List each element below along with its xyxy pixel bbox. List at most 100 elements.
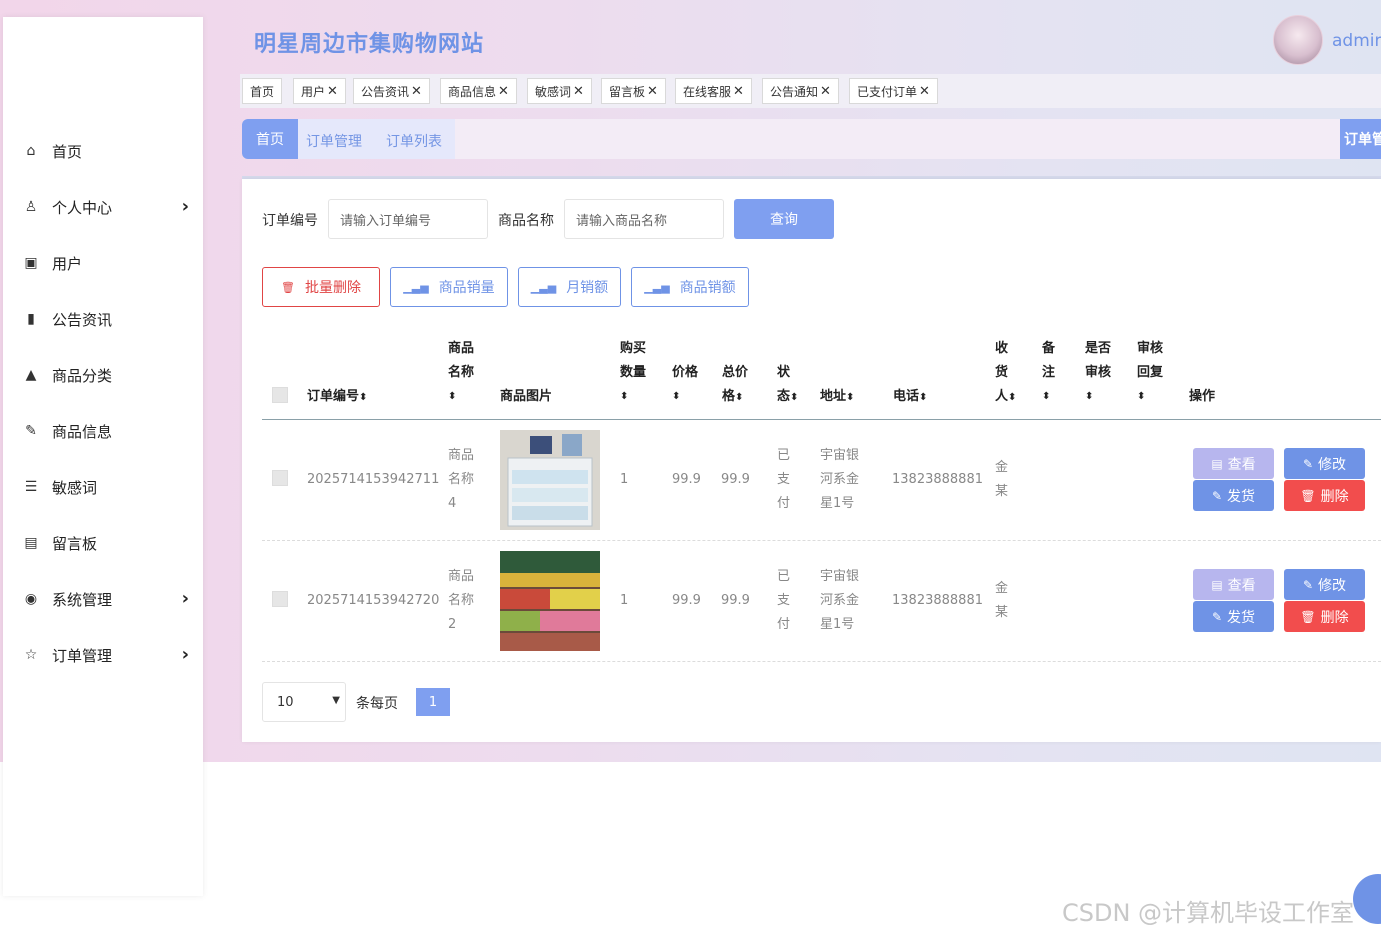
sort-icon[interactable]: ⬍ — [919, 392, 927, 403]
tab-label: 公告资讯 — [361, 84, 410, 99]
header-audited[interactable]: 是否 审核 ⬍ — [1085, 337, 1111, 409]
close-icon[interactable]: ✕ — [919, 84, 930, 99]
header-total[interactable]: 总价 格⬍ — [722, 361, 748, 410]
tab-message-board[interactable]: 留言板 ✕ — [601, 78, 666, 104]
header-status[interactable]: 状态⬍ — [777, 361, 798, 410]
product-name-input[interactable]: 请输入商品名称 — [564, 199, 724, 239]
trash-icon: 🗑 — [281, 280, 295, 294]
row-checkbox[interactable] — [272, 591, 288, 607]
floating-chat-button[interactable] — [1353, 874, 1381, 924]
tab-products[interactable]: 商品信息 ✕ — [440, 78, 517, 104]
sidebar-item-label: 用户 — [52, 254, 83, 273]
sidebar-item-home[interactable]: ⌂ 首页 — [3, 131, 203, 171]
close-icon[interactable]: ✕ — [327, 84, 338, 99]
sort-icon[interactable]: ⬍ — [1042, 385, 1055, 409]
close-icon[interactable]: ✕ — [733, 84, 744, 99]
edit-button[interactable]: ✎ 修改 — [1284, 569, 1365, 600]
batch-delete-button[interactable]: 🗑 批量删除 — [262, 267, 380, 307]
sort-icon[interactable]: ⬍ — [359, 392, 367, 403]
sidebar-item-categories[interactable]: ▲ 商品分类 — [3, 355, 203, 395]
cell-product-name: 商品 名称 2 — [448, 569, 475, 632]
page-button-current[interactable]: 1 — [416, 688, 450, 716]
button-label: 批量删除 — [304, 280, 361, 296]
close-icon[interactable]: ✕ — [647, 84, 658, 99]
tab-label: 留言板 — [609, 84, 646, 99]
sidebar-item-message-board[interactable]: ▤ 留言板 — [3, 523, 203, 563]
sort-icon[interactable]: ⬍ — [846, 392, 854, 403]
header-phone[interactable]: 电话⬍ — [893, 385, 927, 410]
cell-order-no: 2025714153942720 — [307, 593, 440, 608]
header-quantity[interactable]: 购买 数量 ⬍ — [620, 337, 646, 409]
product-image[interactable] — [500, 430, 600, 530]
header-product-name[interactable]: 商品 名称 ⬍ — [448, 337, 474, 409]
chevron-right-icon: › — [181, 196, 189, 217]
sort-icon[interactable]: ⬍ — [790, 392, 798, 403]
site-title: 明星周边市集购物网站 — [254, 32, 485, 57]
sidebar-item-announcements[interactable]: ▮ 公告资讯 — [3, 299, 203, 339]
cell-quantity: 1 — [620, 472, 629, 487]
header-price[interactable]: 价格 ⬍ — [672, 361, 698, 409]
tab-announcements[interactable]: 公告资讯 ✕ — [353, 78, 430, 104]
page-size-select[interactable]: 10 ▼ — [262, 682, 346, 722]
row-checkbox[interactable] — [272, 470, 288, 486]
product-revenue-button[interactable]: ▁▃▅ 商品销额 — [631, 267, 749, 307]
tab-home[interactable]: 首页 — [242, 78, 283, 104]
sort-icon[interactable]: ⬍ — [672, 385, 698, 409]
close-icon[interactable]: ✕ — [498, 84, 509, 99]
edit-icon: ✎ — [1302, 456, 1314, 471]
delete-button[interactable]: 🗑 删除 — [1284, 480, 1365, 511]
sort-icon[interactable]: ⬍ — [448, 385, 474, 409]
edit-icon: ✎ — [1302, 577, 1314, 592]
header-address[interactable]: 地址⬍ — [820, 385, 854, 410]
cell-price: 99.9 — [672, 472, 701, 487]
header-remark[interactable]: 备注 ⬍ — [1042, 337, 1055, 409]
product-sales-button[interactable]: ▁▃▅ 商品销量 — [390, 267, 508, 307]
breadcrumb-item[interactable]: 订单管理 — [306, 131, 362, 151]
sort-icon[interactable]: ⬍ — [1008, 392, 1016, 403]
sidebar-item-label: 首页 — [52, 142, 83, 161]
sort-icon[interactable]: ⬍ — [620, 385, 646, 409]
ship-button[interactable]: ✎ 发货 — [1193, 601, 1274, 632]
order-no-input[interactable]: 请输入订单编号 — [328, 199, 488, 239]
cell-receiver: 金某 — [995, 581, 1009, 620]
user-name[interactable]: admin — [1332, 31, 1381, 51]
close-icon[interactable]: ✕ — [820, 84, 831, 99]
cell-price: 99.9 — [672, 593, 701, 608]
header-order-no[interactable]: 订单编号⬍ — [307, 385, 367, 410]
sidebar-item-personal-center[interactable]: ♙ 个人中心 › — [3, 187, 203, 227]
tab-notices[interactable]: 公告通知 ✕ — [762, 78, 839, 104]
tab-sensitive-words[interactable]: 敏感词 ✕ — [527, 78, 592, 104]
chart-icon: ▁▃▅ — [403, 280, 429, 294]
tab-label: 用户 — [301, 84, 326, 99]
query-button[interactable]: 查询 — [734, 199, 834, 239]
sidebar-item-orders[interactable]: ☆ 订单管理 › — [3, 635, 203, 675]
view-button[interactable]: ▤ 查看 — [1193, 448, 1274, 479]
edit-button[interactable]: ✎ 修改 — [1284, 448, 1365, 479]
sidebar-item-products[interactable]: ✎ 商品信息 — [3, 411, 203, 451]
view-button[interactable]: ▤ 查看 — [1193, 569, 1274, 600]
cell-phone: 13823888881 — [892, 472, 983, 487]
tab-online-service[interactable]: 在线客服 ✕ — [675, 78, 752, 104]
delete-button[interactable]: 🗑 删除 — [1284, 601, 1365, 632]
monthly-sales-button[interactable]: ▁▃▅ 月销额 — [518, 267, 621, 307]
tab-paid-orders[interactable]: 已支付订单 ✕ — [849, 78, 938, 104]
sort-icon[interactable]: ⬍ — [735, 392, 743, 403]
header-reply[interactable]: 审核 回复 ⬍ — [1137, 337, 1163, 409]
header-receiver[interactable]: 收货人⬍ — [995, 337, 1016, 410]
avatar[interactable] — [1273, 15, 1323, 65]
select-all-checkbox[interactable] — [272, 387, 288, 403]
chart-icon: ▁▃▅ — [644, 280, 670, 294]
sidebar-item-label: 商品信息 — [52, 422, 113, 441]
sidebar-item-system[interactable]: ◉ 系统管理 › — [3, 579, 203, 619]
sidebar-item-users[interactable]: ▣ 用户 — [3, 243, 203, 283]
close-icon[interactable]: ✕ — [411, 84, 422, 99]
product-image[interactable] — [500, 551, 600, 651]
sort-icon[interactable]: ⬍ — [1085, 385, 1111, 409]
sort-icon[interactable]: ⬍ — [1137, 385, 1163, 409]
ship-button[interactable]: ✎ 发货 — [1193, 480, 1274, 511]
close-icon[interactable]: ✕ — [573, 84, 584, 99]
breadcrumb-item[interactable]: 订单列表 — [386, 131, 442, 151]
sidebar-item-sensitive-words[interactable]: ☰ 敏感词 — [3, 467, 203, 507]
tab-users[interactable]: 用户 ✕ — [293, 78, 346, 104]
breadcrumb-home[interactable]: 首页 — [242, 119, 298, 159]
